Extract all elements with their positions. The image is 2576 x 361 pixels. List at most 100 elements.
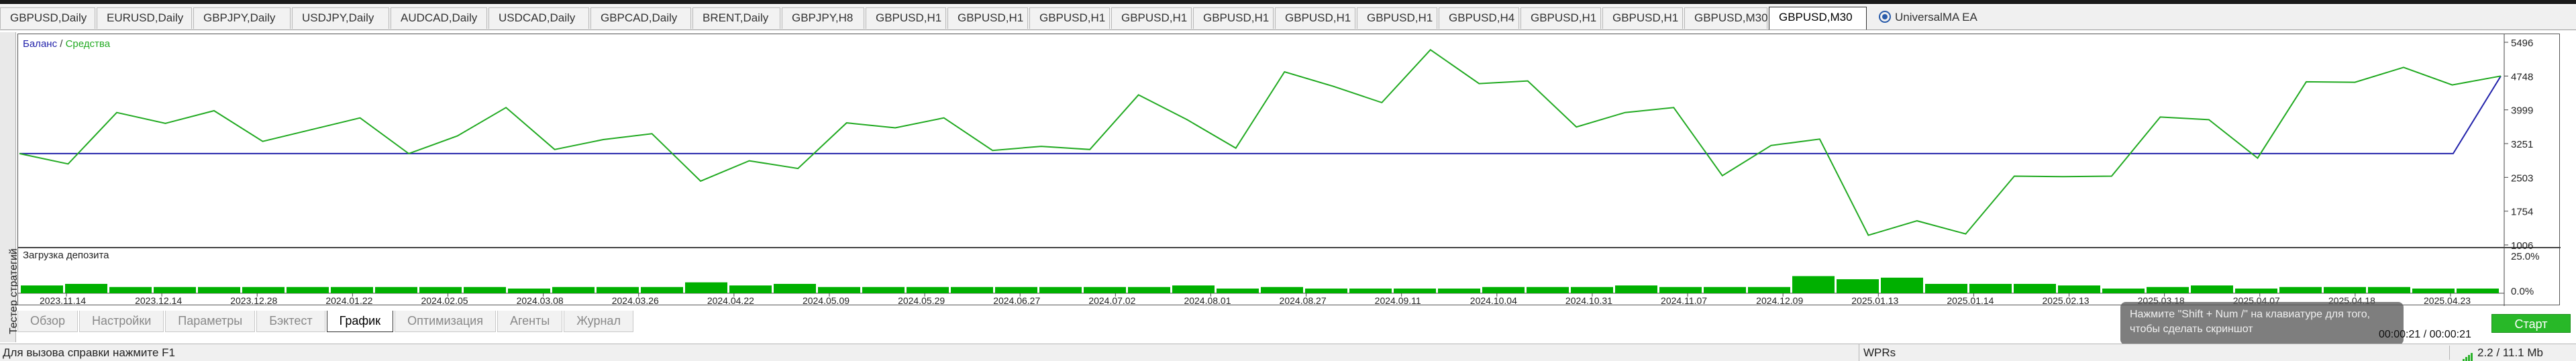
deposit-load-bar: [508, 289, 550, 293]
x-tick-label: 2024.05.29: [898, 295, 945, 306]
x-tick-label: 2024.04.22: [707, 295, 754, 306]
tester-tab[interactable]: Обзор: [17, 311, 78, 332]
deposit-load-bar: [2058, 285, 2100, 293]
tester-tabs: Обзор Настройки Параметры Бэктест График Опти…: [17, 311, 635, 333]
deposit-load-bar: [2191, 285, 2233, 293]
deposit-load-bar: [65, 284, 107, 293]
deposit-load-bar: [1969, 284, 2012, 293]
chart-tab[interactable]: GBPUSD,H1: [866, 7, 946, 29]
screenshot-hint-tooltip: Нажмите "Shift + Num /" на клавиатуре дл…: [2120, 302, 2404, 345]
signal-strength-icon: [2463, 345, 2473, 361]
x-tick-label: 2024.01.22: [325, 295, 372, 306]
x-tick-label: 2024.09.11: [1375, 295, 1421, 306]
deposit-load-bar: [1172, 285, 1215, 293]
x-tick-label: 2024.02.05: [421, 295, 468, 306]
deposit-load-bar: [552, 287, 595, 293]
deposit-load-bar: [1792, 276, 1835, 293]
chart-tab[interactable]: GBPUSD,H1: [1111, 7, 1192, 29]
tester-tab[interactable]: Параметры: [165, 311, 256, 332]
deposit-load-bar: [1925, 284, 1967, 293]
balance-equity-chart: 5496 4748 3999 3251 2503 1754 100625.0% 0.0% 202…: [18, 34, 2561, 306]
deposit-load-bar: [2147, 287, 2189, 293]
x-tick-label: 2024.06.27: [993, 295, 1040, 306]
chart-tab[interactable]: GBPUSD,M30: [1684, 7, 1768, 29]
deposit-load-bar: [331, 287, 373, 293]
deposit-load-bar: [1261, 287, 1303, 293]
chart-tab[interactable]: GBPJPY,Daily: [193, 7, 291, 29]
chart-tab[interactable]: GBPCAD,Daily: [590, 7, 691, 29]
deposit-load-bar: [1349, 289, 1392, 293]
y-tick-label: 3999: [2511, 105, 2533, 117]
chart-tab[interactable]: GBPUSD,H1: [1602, 7, 1683, 29]
tester-chart[interactable]: 5496 4748 3999 3251 2503 1754 1006 25.0% 0.0% 202…: [17, 34, 2561, 306]
tester-tab[interactable]: Настройки: [79, 311, 164, 332]
chart-tab[interactable]: USDJPY,Daily: [292, 7, 389, 29]
chart-tab[interactable]: GBPUSD,H1: [1275, 7, 1355, 29]
chart-tab[interactable]: USDCAD,Daily: [488, 7, 589, 29]
x-tick-label: 2024.12.09: [1756, 295, 1803, 306]
chart-tab[interactable]: GBPJPY,H8: [782, 7, 864, 29]
x-tick-label: 2025.01.13: [1851, 295, 1898, 306]
status-bar: Для вызова справки нажмите F1 WPRs 2.2 /…: [0, 344, 2576, 361]
deposit-load-bar: [2368, 287, 2410, 293]
x-tick-label: 2023.12.28: [230, 295, 277, 306]
tester-tab[interactable]: График: [326, 311, 394, 332]
deposit-load-bar: [729, 285, 772, 293]
tester-tab[interactable]: Оптимизация: [395, 311, 496, 332]
deposit-load-bar: [419, 287, 462, 293]
chart-tab[interactable]: AUDCAD,Daily: [391, 7, 487, 29]
x-tick-label: 2024.10.04: [1470, 295, 1517, 306]
chart-tab[interactable]: GBPUSD,Daily: [0, 7, 95, 29]
deposit-load-bar: [2014, 284, 2056, 293]
chart-tab[interactable]: GBPUSD,H1: [1357, 7, 1437, 29]
x-tick-label: 2024.07.02: [1088, 295, 1135, 306]
chart-tab[interactable]: GBPUSD,H1: [1029, 7, 1110, 29]
expert-advisor-icon: [1879, 10, 1891, 23]
deposit-load-bar: [1571, 287, 1613, 293]
network-traffic: 2.2 / 11.1 Mb: [2477, 346, 2543, 359]
x-tick-label: 2024.08.01: [1184, 295, 1231, 306]
deposit-load-bar: [1881, 277, 1923, 293]
chart-tab-ea[interactable]: UniversalMA EA: [1869, 7, 1983, 29]
tester-tab[interactable]: Бэктест: [256, 311, 325, 332]
x-tick-label: 2024.05.09: [803, 295, 849, 306]
tester-tab[interactable]: Журнал: [564, 311, 633, 332]
y-tick-label: 2503: [2511, 172, 2533, 184]
deposit-load-bar: [464, 287, 506, 293]
deposit-load-bar: [951, 287, 993, 293]
status-help-text: Для вызова справки нажмите F1: [3, 346, 176, 359]
status-connection[interactable]: 2.2 / 11.1 Mb: [2463, 344, 2543, 361]
chart-tab[interactable]: EURUSD,Daily: [97, 7, 192, 29]
deposit-load-label: Загрузка депозита: [23, 250, 109, 261]
x-tick-label: 2024.03.26: [612, 295, 659, 306]
deposit-load-bar: [2102, 289, 2145, 293]
deposit-load-bar: [1615, 285, 1657, 293]
chart-tab[interactable]: GBPUSD,H1: [1193, 7, 1274, 29]
status-indicator: WPRs: [1859, 344, 2114, 361]
deposit-load-bar: [818, 287, 860, 293]
chart-tab[interactable]: GBPUSD,H4: [1439, 7, 1519, 29]
chart-tab[interactable]: GBPUSD,H1: [1521, 7, 1601, 29]
equity-line: [19, 48, 2502, 236]
x-tick-label: 2025.02.13: [2043, 295, 2090, 306]
deposit-load-bar: [907, 287, 949, 293]
deposit-load-bar: [1438, 289, 1480, 293]
strategy-tester-side-panel: Тестер стратегий: [0, 32, 19, 342]
deposit-load-bar: [2412, 289, 2455, 293]
start-button[interactable]: Старт: [2491, 314, 2571, 333]
deposit-load-bar: [375, 287, 417, 293]
tester-tab[interactable]: Агенты: [497, 311, 563, 332]
deposit-load-bar: [1837, 279, 1879, 293]
chart-tab-active[interactable]: GBPUSD,M30: [1769, 7, 1867, 30]
test-timer: 00:00:21 / 00:00:21: [2379, 329, 2471, 340]
deposit-load-bar: [21, 285, 63, 293]
chart-tab[interactable]: GBPUSD,H1: [947, 7, 1028, 29]
deposit-load-bar: [774, 284, 816, 293]
legend-separator: /: [60, 38, 63, 50]
deposit-load-bar: [1527, 287, 1569, 293]
tooltip-line-2: чтобы сделать скриншот: [2130, 323, 2253, 335]
deposit-load-bar: [862, 287, 905, 293]
x-tick-label: 2024.03.08: [517, 295, 564, 306]
status-separator: [2449, 346, 2450, 360]
chart-tab[interactable]: BRENT,Daily: [692, 7, 780, 29]
